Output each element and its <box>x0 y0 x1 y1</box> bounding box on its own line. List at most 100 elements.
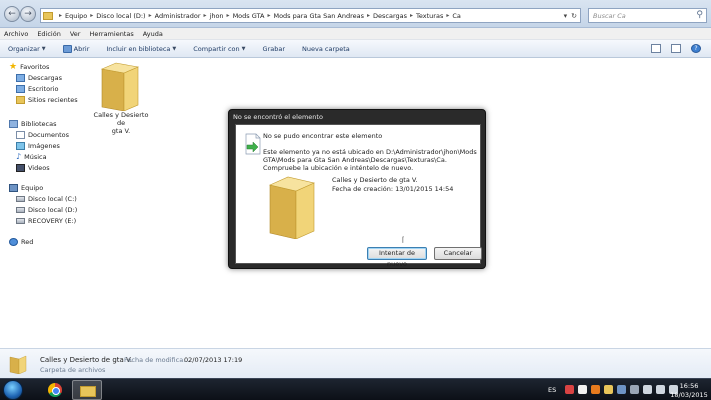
language-indicator[interactable]: ES <box>548 386 556 394</box>
nav-item-sitios-recientes[interactable]: Sitios recientes <box>16 96 78 104</box>
nav-item-label: Documentos <box>28 131 70 139</box>
desktop-icon <box>16 85 25 93</box>
search-icon[interactable]: ⚲ <box>696 10 703 20</box>
nav-network[interactable]: Red <box>9 238 33 246</box>
downloads-folder-icon <box>16 74 25 82</box>
nav-computer[interactable]: Equipo <box>9 184 43 192</box>
drive-icon <box>16 196 25 202</box>
chevron-right-icon: ▸ <box>148 12 152 19</box>
open-label: Abrir <box>73 44 90 53</box>
search-placeholder: Buscar Ca <box>593 11 626 20</box>
open-button[interactable]: Abrir <box>62 44 90 53</box>
nav-item-videos[interactable]: Videos <box>16 164 50 172</box>
nav-item-label: Disco local (C:) <box>28 195 77 203</box>
library-icon <box>9 120 18 128</box>
menu-archivo[interactable]: Archivo <box>4 30 28 38</box>
caret-down-icon: ▼ <box>172 45 177 52</box>
bluetooth-icon[interactable] <box>617 385 626 394</box>
cancel-button[interactable]: Cancelar <box>434 247 482 260</box>
folder-label: Calles y Desierto de gta V. <box>90 111 152 135</box>
chrome-icon <box>48 383 62 397</box>
nav-item-label: Sitios recientes <box>28 96 78 104</box>
details-modified-value: 02/07/2013 17:19 <box>184 356 243 364</box>
breadcrumb-administrador[interactable]: Administrador <box>155 12 201 20</box>
taskbar-chrome-button[interactable] <box>40 380 70 400</box>
nav-item-label: Música <box>24 153 47 161</box>
drive-icon <box>16 207 25 213</box>
chevron-right-icon: ▸ <box>203 12 207 19</box>
nav-item-label: Descargas <box>28 74 63 82</box>
dialog-item-name: Calles y Desierto de gta V. <box>332 176 418 184</box>
folder-item[interactable]: Calles y Desierto de gta V. <box>90 58 152 135</box>
back-button[interactable]: ← <box>4 6 20 22</box>
new-folder-button[interactable]: Nueva carpeta <box>302 45 350 53</box>
nav-item-label: Imágenes <box>28 142 60 150</box>
nav-favorites[interactable]: ★ Favoritos <box>9 62 50 72</box>
breadcrumb-ca[interactable]: Ca <box>452 12 461 20</box>
breadcrumb-texturas[interactable]: Texturas <box>416 12 443 20</box>
nav-item-disco-d[interactable]: Disco local (D:) <box>16 206 77 214</box>
folder-icon <box>269 176 315 239</box>
taskbar-explorer-button[interactable] <box>72 380 102 400</box>
tray-app-icon[interactable] <box>578 385 587 394</box>
menu-herramientas[interactable]: Herramientas <box>89 30 133 38</box>
star-icon: ★ <box>9 62 18 72</box>
folder-icon <box>43 11 53 20</box>
taskbar: ES 16:56 18/03/2015 <box>0 378 711 400</box>
nav-computer-label: Equipo <box>21 184 44 192</box>
nav-item-disco-c[interactable]: Disco local (C:) <box>16 195 77 203</box>
nav-libraries[interactable]: Bibliotecas <box>9 120 56 128</box>
file-arrow-icon <box>245 133 261 155</box>
documents-icon <box>16 131 25 139</box>
caret-down-icon: ▼ <box>41 45 46 52</box>
tray-app-icon[interactable] <box>591 385 600 394</box>
dialog-message: Este elemento ya no está ubicado en D:\A… <box>263 148 477 172</box>
burn-button[interactable]: Grabar <box>263 45 285 53</box>
share-button[interactable]: Compartir con ▼ <box>193 45 245 53</box>
nav-item-imagenes[interactable]: Imágenes <box>16 142 60 150</box>
clock-date[interactable]: 18/03/2015 <box>670 391 708 399</box>
organize-button[interactable]: Organizar ▼ <box>8 45 46 53</box>
tray-app-icon[interactable] <box>565 385 574 394</box>
refresh-icon[interactable]: ↻ <box>571 12 577 20</box>
battery-icon[interactable] <box>656 385 665 394</box>
chevron-down-icon[interactable]: ▾ <box>564 12 568 20</box>
breadcrumb-descargas[interactable]: Descargas <box>373 12 407 20</box>
network-icon <box>9 238 18 246</box>
menu-ver[interactable]: Ver <box>70 30 81 38</box>
address-bar[interactable]: ▸ Equipo ▸ Disco local (D:) ▸ Administra… <box>40 8 581 23</box>
nav-item-recovery-e[interactable]: RECOVERY (E:) <box>16 217 76 225</box>
breadcrumb-mods-gta[interactable]: Mods GTA <box>233 12 265 20</box>
menu-ayuda[interactable]: Ayuda <box>143 30 163 38</box>
breadcrumb-mods-san-andreas[interactable]: Mods para Gta San Andreas <box>273 12 364 20</box>
command-bar: Organizar ▼ Abrir Incluir en biblioteca … <box>0 40 711 58</box>
chevron-right-icon: ▸ <box>90 12 94 19</box>
nav-item-musica[interactable]: ♪ Música <box>16 153 47 162</box>
nav-favorites-label: Favoritos <box>20 63 50 71</box>
dialog-title: No se encontró el elemento <box>233 113 323 121</box>
clock-time[interactable]: 16:56 <box>674 382 704 390</box>
tray-app-icon[interactable] <box>604 385 613 394</box>
network-icon[interactable] <box>643 385 652 394</box>
include-library-button[interactable]: Incluir en biblioteca ▼ <box>106 45 176 53</box>
search-input[interactable]: Buscar Ca ⚲ <box>588 8 707 23</box>
breadcrumb-equipo[interactable]: Equipo <box>65 12 87 20</box>
title-bar: ← → ▸ Equipo ▸ Disco local (D:) ▸ Admini… <box>0 0 711 28</box>
view-options-icon[interactable] <box>651 44 661 53</box>
nav-item-label: Escritorio <box>28 85 59 93</box>
organize-label: Organizar <box>8 44 40 53</box>
chevron-right-icon: ▸ <box>366 12 370 19</box>
breadcrumb-disco-d[interactable]: Disco local (D:) <box>96 12 145 20</box>
nav-item-escritorio[interactable]: Escritorio <box>16 85 59 93</box>
flag-icon[interactable] <box>630 385 639 394</box>
share-label: Compartir con <box>193 44 240 53</box>
nav-item-descargas[interactable]: Descargas <box>16 74 62 82</box>
preview-pane-icon[interactable] <box>671 44 681 53</box>
help-icon[interactable]: ? <box>691 44 701 53</box>
retry-button[interactable]: Intentar de nuevo <box>367 247 427 268</box>
forward-button[interactable]: → <box>20 6 36 22</box>
start-button[interactable] <box>3 380 23 400</box>
menu-edicion[interactable]: Edición <box>37 30 61 38</box>
breadcrumb-jhon[interactable]: jhon <box>210 12 224 20</box>
nav-item-documentos[interactable]: Documentos <box>16 131 69 139</box>
